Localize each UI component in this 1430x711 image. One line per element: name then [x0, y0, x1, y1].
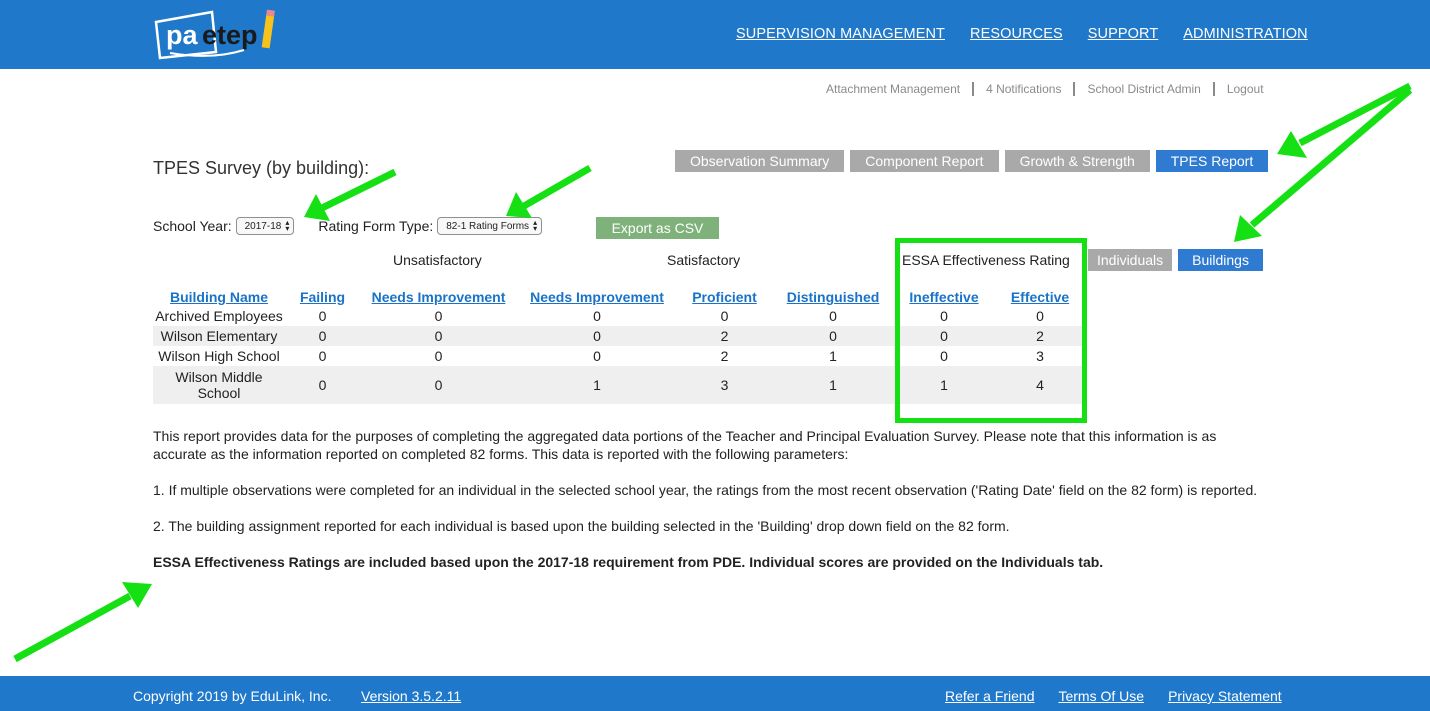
- school-district-admin-link[interactable]: School District Admin: [1087, 82, 1200, 96]
- col-proficient[interactable]: Proficient: [677, 270, 772, 306]
- terms-of-use-link[interactable]: Terms Of Use: [1058, 688, 1144, 704]
- cell-value: 3: [677, 366, 772, 404]
- cell-value: 2: [720, 348, 729, 364]
- cell-building: Wilson Elementary: [153, 326, 285, 346]
- arrow-icon: [506, 164, 592, 218]
- cell-value: 0: [360, 326, 517, 346]
- cell-building: Wilson Middle School: [153, 366, 285, 404]
- main-nav: SUPERVISION MANAGEMENT RESOURCES SUPPORT…: [736, 26, 1308, 42]
- cell-value: 0: [318, 348, 327, 364]
- cell-value: 1: [517, 366, 677, 404]
- divider: [1212, 82, 1215, 96]
- cell-value: 0: [829, 308, 837, 324]
- footer: Copyright 2019 by EduLink, Inc. Version …: [0, 676, 1430, 711]
- col-needs-improvement-unsat[interactable]: Needs Improvement: [360, 270, 517, 306]
- cell-value: 0: [285, 326, 360, 346]
- nav-support[interactable]: SUPPORT: [1088, 26, 1159, 42]
- group-unsatisfactory: Unsatisfactory: [393, 252, 482, 268]
- page-title: TPES Survey (by building):: [153, 158, 370, 178]
- cell-value: 0: [593, 348, 601, 364]
- svg-text:pa: pa: [166, 20, 198, 50]
- description-paragraph: 2. The building assignment reported for …: [153, 518, 1010, 534]
- report-description: This report provides data for the purpos…: [153, 427, 1263, 589]
- svg-text:etep: etep: [202, 20, 258, 50]
- col-distinguished[interactable]: Distinguished: [772, 270, 894, 306]
- cell-building: Archived Employees: [155, 308, 283, 324]
- cell-value: 0: [285, 366, 360, 404]
- col-needs-improvement-sat[interactable]: Needs Improvement: [517, 270, 677, 306]
- cell-value: 2: [677, 326, 772, 346]
- cell-value: 0: [434, 348, 443, 364]
- description-paragraph: 1. If multiple observations were complet…: [153, 482, 1258, 498]
- tab-growth-strength[interactable]: Growth & Strength: [1004, 150, 1150, 172]
- col-building-name[interactable]: Building Name: [153, 270, 285, 306]
- arrow-icon: [13, 582, 152, 663]
- report-tabs: Observation Summary Component Report Gro…: [675, 150, 1269, 172]
- cell-value: 0: [720, 308, 729, 324]
- divider: [972, 82, 975, 96]
- view-tabs: Individuals Buildings: [1088, 249, 1263, 271]
- logout-link[interactable]: Logout: [1227, 82, 1264, 96]
- col-failing[interactable]: Failing: [285, 270, 360, 306]
- privacy-statement-link[interactable]: Privacy Statement: [1168, 688, 1282, 704]
- rating-form-select[interactable]: 82-1 Rating Forms ▴ ▾: [437, 217, 543, 235]
- cell-value: 1: [772, 366, 894, 404]
- essa-highlight-box: [895, 238, 1087, 423]
- notifications-link[interactable]: 4 Notifications: [986, 82, 1061, 96]
- export-csv-button[interactable]: Export as CSV: [596, 217, 719, 239]
- tab-tpes-report[interactable]: TPES Report: [1155, 150, 1269, 172]
- essa-note: ESSA Effectiveness Ratings are included …: [153, 554, 1104, 570]
- utility-nav: Attachment Management 4 Notifications Sc…: [826, 82, 1264, 96]
- description-paragraph: This report provides data for the purpos…: [153, 428, 1217, 462]
- cell-value: 0: [593, 308, 601, 324]
- rating-form-value: 82-1 Rating Forms: [446, 220, 530, 232]
- group-satisfactory: Satisfactory: [667, 252, 741, 268]
- tab-observation-summary[interactable]: Observation Summary: [675, 150, 845, 172]
- copyright-text: Copyright 2019 by EduLink, Inc.: [133, 688, 332, 704]
- school-year-value: 2017-18: [244, 220, 282, 232]
- cell-value: 0: [517, 326, 677, 346]
- updown-arrow-icon: ▴ ▾: [285, 218, 290, 233]
- cell-value: 0: [772, 326, 894, 346]
- tab-individuals[interactable]: Individuals: [1088, 249, 1173, 271]
- nav-supervision-management[interactable]: SUPERVISION MANAGEMENT: [736, 26, 945, 42]
- refer-friend-link[interactable]: Refer a Friend: [945, 688, 1034, 704]
- cell-value: 1: [829, 348, 837, 364]
- footer-links: Refer a Friend Terms Of Use Privacy Stat…: [945, 688, 1282, 704]
- arrow-icon: [1277, 82, 1412, 158]
- school-year-select[interactable]: 2017-18 ▴ ▾: [235, 217, 295, 235]
- rating-form-label: Rating Form Type:: [318, 218, 434, 234]
- cell-building: Wilson High School: [158, 348, 280, 364]
- updown-arrow-icon: ▴ ▾: [533, 218, 538, 233]
- cell-value: 0: [318, 308, 327, 324]
- filters: School Year: 2017-18 ▴ ▾ Rating Form Type…: [153, 217, 543, 235]
- attachment-management-link[interactable]: Attachment Management: [826, 82, 960, 96]
- cell-value: 0: [360, 366, 517, 404]
- divider: [1073, 82, 1076, 96]
- paetep-logo[interactable]: pa etep: [152, 8, 294, 60]
- version-link[interactable]: Version 3.5.2.11: [361, 688, 461, 704]
- nav-resources[interactable]: RESOURCES: [970, 26, 1063, 42]
- school-year-label: School Year:: [153, 218, 232, 234]
- tab-component-report[interactable]: Component Report: [850, 150, 999, 172]
- top-bar: pa etep SUPERVISION MANAGEMENT RESOURCES…: [0, 0, 1430, 69]
- arrow-icon: [304, 168, 397, 221]
- tab-buildings[interactable]: Buildings: [1178, 249, 1263, 271]
- cell-value: 0: [434, 308, 443, 324]
- nav-administration[interactable]: ADMINISTRATION: [1183, 26, 1307, 42]
